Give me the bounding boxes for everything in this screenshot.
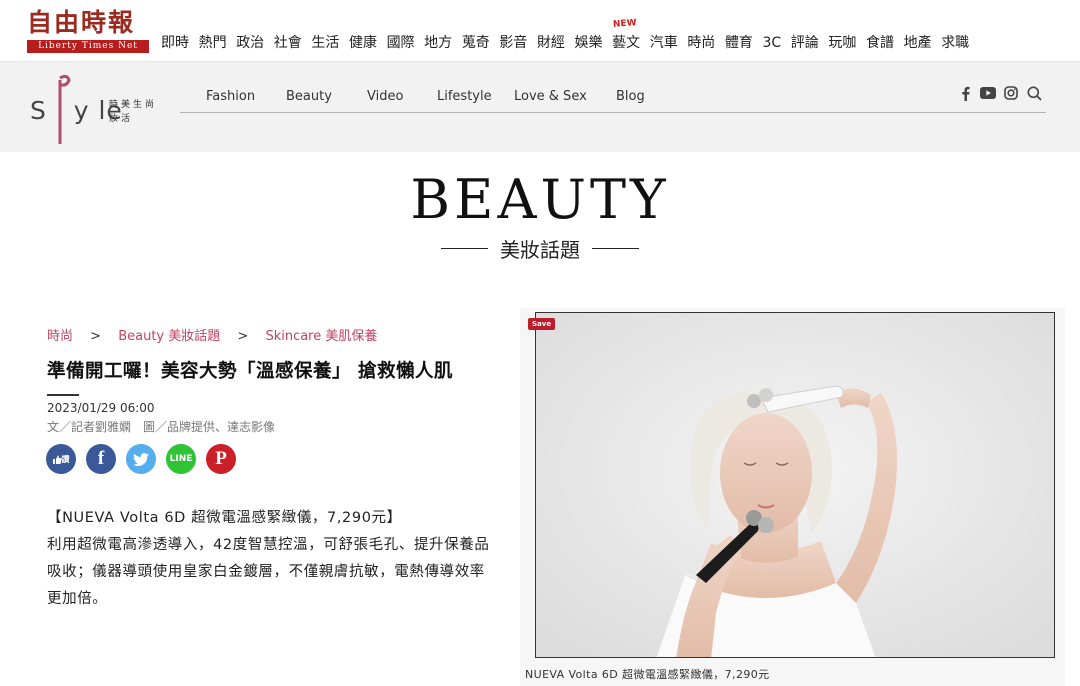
ltn-nav-item[interactable]: 體育 [725,34,753,52]
breadcrumb-item-beauty[interactable]: Beauty 美妝話題 [118,329,220,344]
ltn-nav-item[interactable]: 3C [763,34,782,52]
style-header: S y le 時美生尚妝活 Fashion Beauty Video Lifestyl… [0,62,1080,152]
ltn-logo-subtitle: Liberty Times Net [27,40,149,53]
style-nav-fashion[interactable]: Fashion [206,89,255,104]
headline-divider [47,394,79,396]
ltn-logo[interactable]: 自由時報 Liberty Times Net [27,8,149,54]
facebook-share-icon[interactable]: f [86,444,116,474]
article-photo[interactable] [535,312,1055,658]
ltn-nav-item[interactable]: 食譜 [866,34,894,52]
ltn-header: 自由時報 Liberty Times Net 即時 熱門 政治 社會 生活 健康 國際 地方蒐… [0,0,1080,62]
style-nav: Fashion Beauty Video Lifestyle Love & Sex Blo… [180,89,1046,113]
style-logo[interactable]: S y le 時美生尚妝活 [30,70,165,148]
ltn-nav-item[interactable]: 財經 [537,34,565,52]
ltn-nav-item-label: 藝文 [612,35,641,51]
ltn-nav-item[interactable]: 評論 [791,34,819,52]
ltn-nav-item[interactable]: 即時 [161,34,189,52]
ltn-nav-item[interactable]: 地產 [904,34,932,52]
section-subtitle: 美妝話題 [500,238,580,262]
ltn-nav-item[interactable]: 蒐奇 [462,34,490,52]
beauty-model-photo [536,313,1054,657]
style-nav-blog[interactable]: Blog [616,89,645,104]
section-title: BEAUTY [410,168,670,231]
pinterest-share-icon[interactable]: P [206,444,236,474]
photo-caption: NUEVA Volta 6D 超微電溫感緊緻儀，7,290元 [525,668,770,681]
ltn-nav-item[interactable]: 社會 [274,34,302,52]
ltn-nav-item[interactable]: 熱門 [199,34,227,52]
article-body: 【NUEVA Volta 6D 超微電溫感緊緻儀，7,290元】 利用超微電高滲… [47,505,497,613]
subtitle-rule-right [592,248,639,249]
section-subtitle-row: 美妝話題 [441,234,639,263]
ltn-nav-item[interactable]: 娛樂 [575,34,603,52]
ltn-logo-text: 自由時報 [27,8,136,37]
breadcrumb: 時尚 > Beauty 美妝話題 > Skincare 美肌保養 [47,325,377,344]
subtitle-rule-left [441,248,488,249]
breadcrumb-separator: > [90,329,102,344]
ltn-nav-item[interactable]: 生活 [311,34,339,52]
article-paragraph-product: 【NUEVA Volta 6D 超微電溫感緊緻儀，7,290元】 [47,510,402,526]
new-badge: NEW [612,18,638,30]
style-logo-zh: 時美生尚妝活 [109,100,158,124]
ltn-nav-item[interactable]: NEW 藝文 [612,18,641,52]
pinterest-save-button[interactable]: Save [528,318,556,330]
youtube-icon[interactable] [980,85,996,101]
section-heading: BEAUTY 美妝話題 [0,168,1080,263]
line-share-icon[interactable]: LINE [166,444,196,474]
social-links [957,85,1042,101]
article-paragraph-description: 利用超微電高滲透導入，42度智慧控溫，可舒張毛孔、提升保養品吸收；儀器導頭使用皇… [47,537,490,607]
facebook-share-label: f [97,448,105,469]
search-icon[interactable] [1026,85,1042,101]
line-share-label: LINE [169,454,193,464]
style-nav-lifestyle[interactable]: Lifestyle [437,89,492,104]
ltn-main-nav: 即時 熱門 政治 社會 生活 健康 國際 地方 蒐奇 影音 財經 娛樂 NEW 藝文 汽車 時尚 體育 3C 評論玩… [161,18,979,52]
breadcrumb-item-fashion[interactable]: 時尚 [47,329,73,344]
style-nav-beauty[interactable]: Beauty [286,89,332,104]
breadcrumb-item-skincare[interactable]: Skincare 美肌保養 [265,329,377,344]
ltn-nav-item[interactable]: 汽車 [650,34,678,52]
ltn-nav-item[interactable]: 健康 [349,34,377,52]
ltn-nav-item[interactable]: 時尚 [687,34,715,52]
like-share-label: 讚 [61,454,70,464]
ltn-nav-item[interactable]: 國際 [387,34,415,52]
ltn-nav-item[interactable]: 地方 [424,34,452,52]
style-nav-video[interactable]: Video [367,89,403,104]
facebook-icon[interactable] [957,85,973,101]
ltn-nav-item[interactable]: 政治 [236,34,264,52]
article-byline: 文／記者劉雅嫻 圖／品牌提供、達志影像 [47,420,276,434]
ltn-nav-item[interactable]: 影音 [499,34,527,52]
article-headline: 準備開工囉！美容大勢「溫感保養」 搶救懶人肌 [47,361,453,382]
breadcrumb-separator: > [237,329,249,344]
ltn-nav-item[interactable]: 玩咖 [828,34,856,52]
share-buttons: 讚 f LINE P [46,444,236,474]
twitter-share-icon[interactable] [126,444,156,474]
style-nav-love-sex[interactable]: Love & Sex [514,89,587,104]
like-share-icon[interactable]: 讚 [46,444,76,474]
instagram-icon[interactable] [1003,85,1019,101]
ltn-nav-item[interactable]: 求職 [941,34,969,52]
article-date: 2023/01/29 06:00 [47,401,155,415]
save-button-label: Save [532,320,552,328]
pinterest-share-label: P [215,448,227,469]
